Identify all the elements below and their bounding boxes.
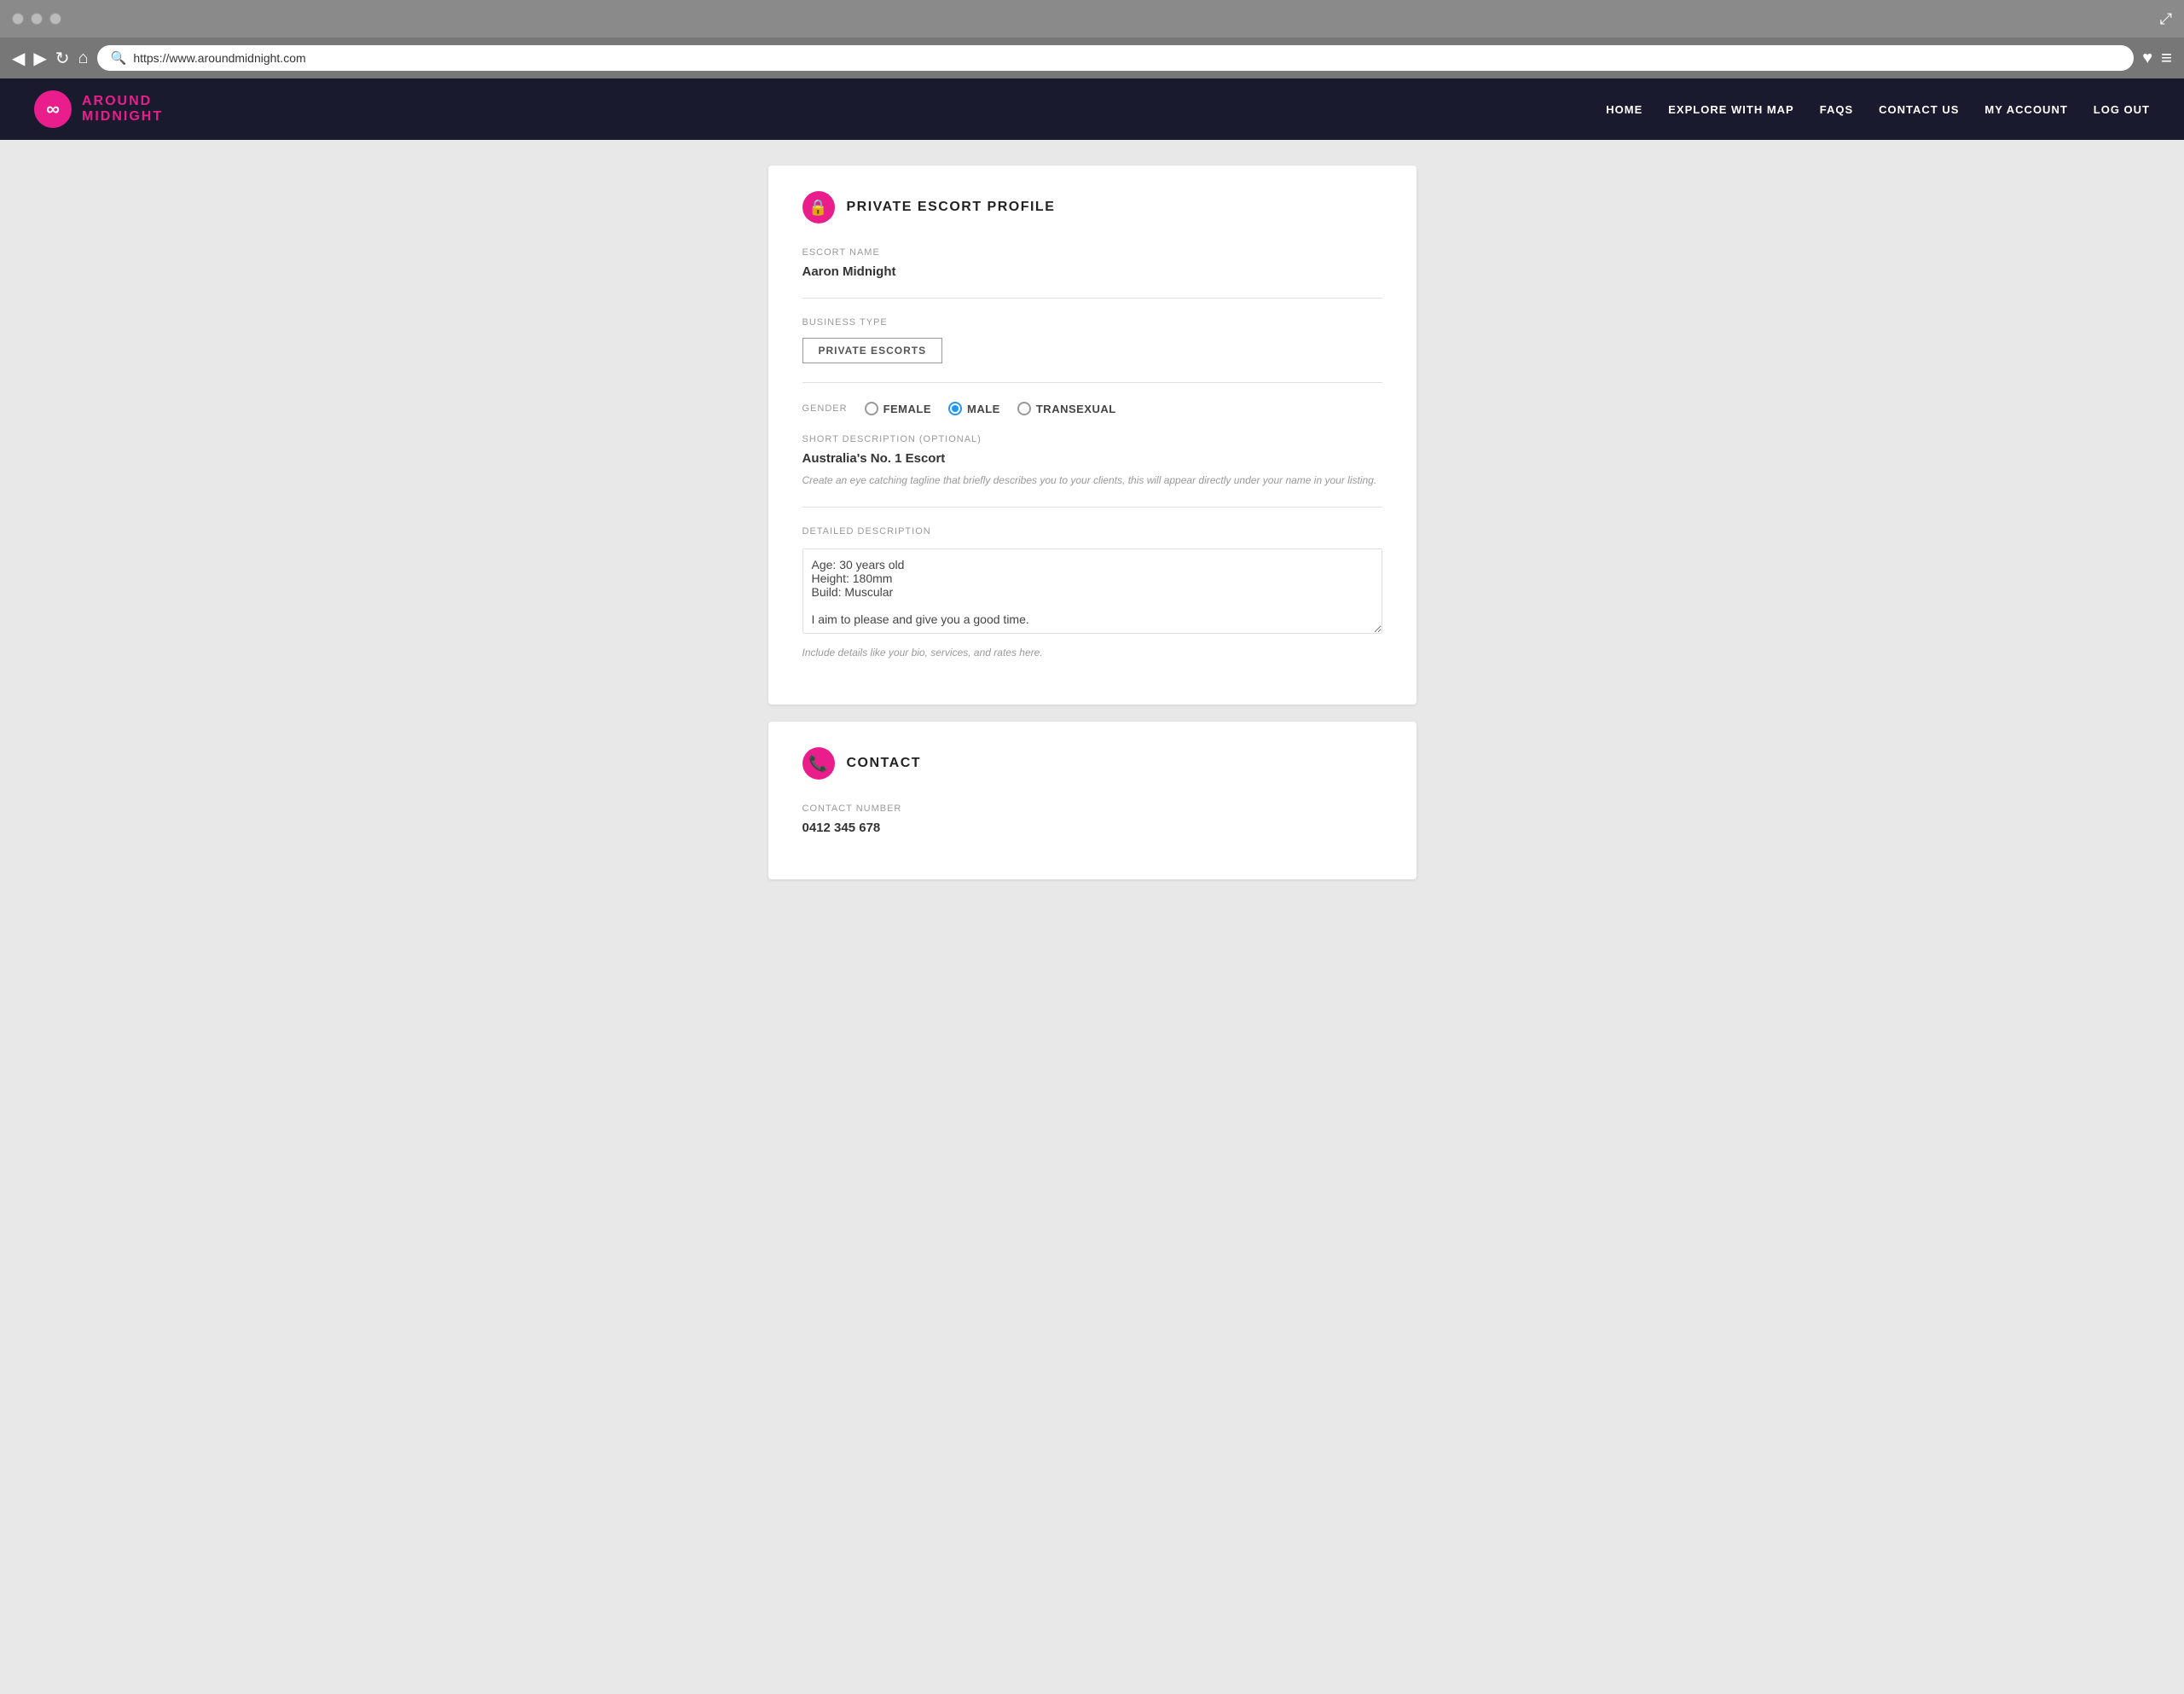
gender-label: GENDER (802, 403, 848, 414)
nav-account[interactable]: MY ACCOUNT (1984, 103, 2067, 116)
profile-card-header: 🔒 PRIVATE ESCORT PROFILE (802, 191, 1382, 223)
business-type-label: BUSINESS TYPE (802, 317, 1382, 328)
detailed-description-field: DETAILED DESCRIPTION Age: 30 years old H… (802, 526, 1382, 660)
site-header: ∞ AROUND MIDNIGHT HOME EXPLORE WITH MAP … (0, 78, 2184, 140)
address-bar[interactable]: 🔍 https://www.aroundmidnight.com (97, 45, 2135, 71)
escort-name-label: ESCORT NAME (802, 247, 1382, 258)
gender-male-radio[interactable] (948, 402, 962, 415)
gender-transexual[interactable]: TRANSEXUAL (1017, 402, 1116, 415)
gender-female-label: FEMALE (883, 403, 931, 415)
gender-field: GENDER FEMALE MALE TRANSEXUAL (802, 402, 1382, 415)
gender-female-radio[interactable] (865, 402, 878, 415)
refresh-button[interactable]: ↻ (55, 48, 70, 69)
search-icon: 🔍 (111, 50, 127, 66)
logo[interactable]: ∞ AROUND MIDNIGHT (34, 90, 163, 128)
contact-number-field: CONTACT NUMBER 0412 345 678 (802, 803, 1382, 835)
url-text: https://www.aroundmidnight.com (133, 51, 305, 65)
short-description-value[interactable]: Australia's No. 1 Escort (802, 451, 1382, 466)
escort-name-field: ESCORT NAME Aaron Midnight (802, 247, 1382, 299)
gender-male-label: MALE (967, 403, 1000, 415)
logo-text: AROUND MIDNIGHT (82, 94, 163, 124)
business-type-badge: PRIVATE ESCORTS (802, 338, 943, 363)
expand-icon[interactable]: ⤢ (2160, 10, 2172, 28)
phone-icon: 📞 (802, 747, 835, 780)
main-nav: HOME EXPLORE WITH MAP FAQS CONTACT US MY… (1606, 103, 2150, 116)
maximize-dot[interactable] (49, 13, 61, 25)
home-button[interactable]: ⌂ (78, 49, 89, 68)
short-description-hint: Create an eye catching tagline that brie… (802, 473, 1382, 488)
window-controls (12, 13, 61, 25)
detailed-description-label: DETAILED DESCRIPTION (802, 526, 1382, 537)
browser-chrome: ⤢ (0, 0, 2184, 38)
browser-menu-icon[interactable]: ≡ (2161, 47, 2172, 69)
nav-home[interactable]: HOME (1606, 103, 1642, 116)
detailed-description-textarea[interactable]: Age: 30 years old Height: 180mm Build: M… (802, 548, 1382, 634)
short-description-field: SHORT DESCRIPTION (OPTIONAL) Australia's… (802, 434, 1382, 508)
minimize-dot[interactable] (31, 13, 43, 25)
logo-midnight: MIDNIGHT (82, 109, 163, 125)
back-button[interactable]: ◀ (12, 48, 25, 69)
favorite-icon[interactable]: ♥ (2142, 49, 2152, 68)
gender-female[interactable]: FEMALE (865, 402, 931, 415)
browser-toolbar: ◀ ▶ ↻ ⌂ 🔍 https://www.aroundmidnight.com… (0, 38, 2184, 78)
logo-icon: ∞ (34, 90, 72, 128)
logo-around: AROUND (82, 94, 163, 109)
lock-icon: 🔒 (802, 191, 835, 223)
close-dot[interactable] (12, 13, 24, 25)
profile-card: 🔒 PRIVATE ESCORT PROFILE ESCORT NAME Aar… (768, 165, 1416, 705)
detailed-description-hint: Include details like your bio, services,… (802, 645, 1382, 660)
main-content: 🔒 PRIVATE ESCORT PROFILE ESCORT NAME Aar… (0, 140, 2184, 1694)
gender-row: GENDER FEMALE MALE TRANSEXUAL (802, 402, 1382, 415)
contact-card-header: 📞 CONTACT (802, 747, 1382, 780)
nav-explore[interactable]: EXPLORE WITH MAP (1668, 103, 1793, 116)
nav-contact[interactable]: CONTACT US (1879, 103, 1959, 116)
gender-male[interactable]: MALE (948, 402, 1000, 415)
contact-card: 📞 CONTACT CONTACT NUMBER 0412 345 678 (768, 722, 1416, 879)
short-description-label: SHORT DESCRIPTION (OPTIONAL) (802, 434, 1382, 444)
forward-button[interactable]: ▶ (33, 48, 46, 69)
nav-logout[interactable]: LOG OUT (2094, 103, 2150, 116)
contact-card-title: CONTACT (847, 756, 922, 771)
contact-number-label: CONTACT NUMBER (802, 803, 1382, 814)
gender-transexual-radio[interactable] (1017, 402, 1031, 415)
escort-name-value[interactable]: Aaron Midnight (802, 264, 1382, 279)
logo-infinity-symbol: ∞ (46, 100, 60, 119)
gender-male-radio-inner (952, 405, 959, 412)
profile-card-title: PRIVATE ESCORT PROFILE (847, 200, 1056, 215)
gender-transexual-label: TRANSEXUAL (1036, 403, 1116, 415)
business-type-field: BUSINESS TYPE PRIVATE ESCORTS (802, 317, 1382, 383)
contact-number-value[interactable]: 0412 345 678 (802, 821, 1382, 835)
nav-faqs[interactable]: FAQS (1820, 103, 1853, 116)
